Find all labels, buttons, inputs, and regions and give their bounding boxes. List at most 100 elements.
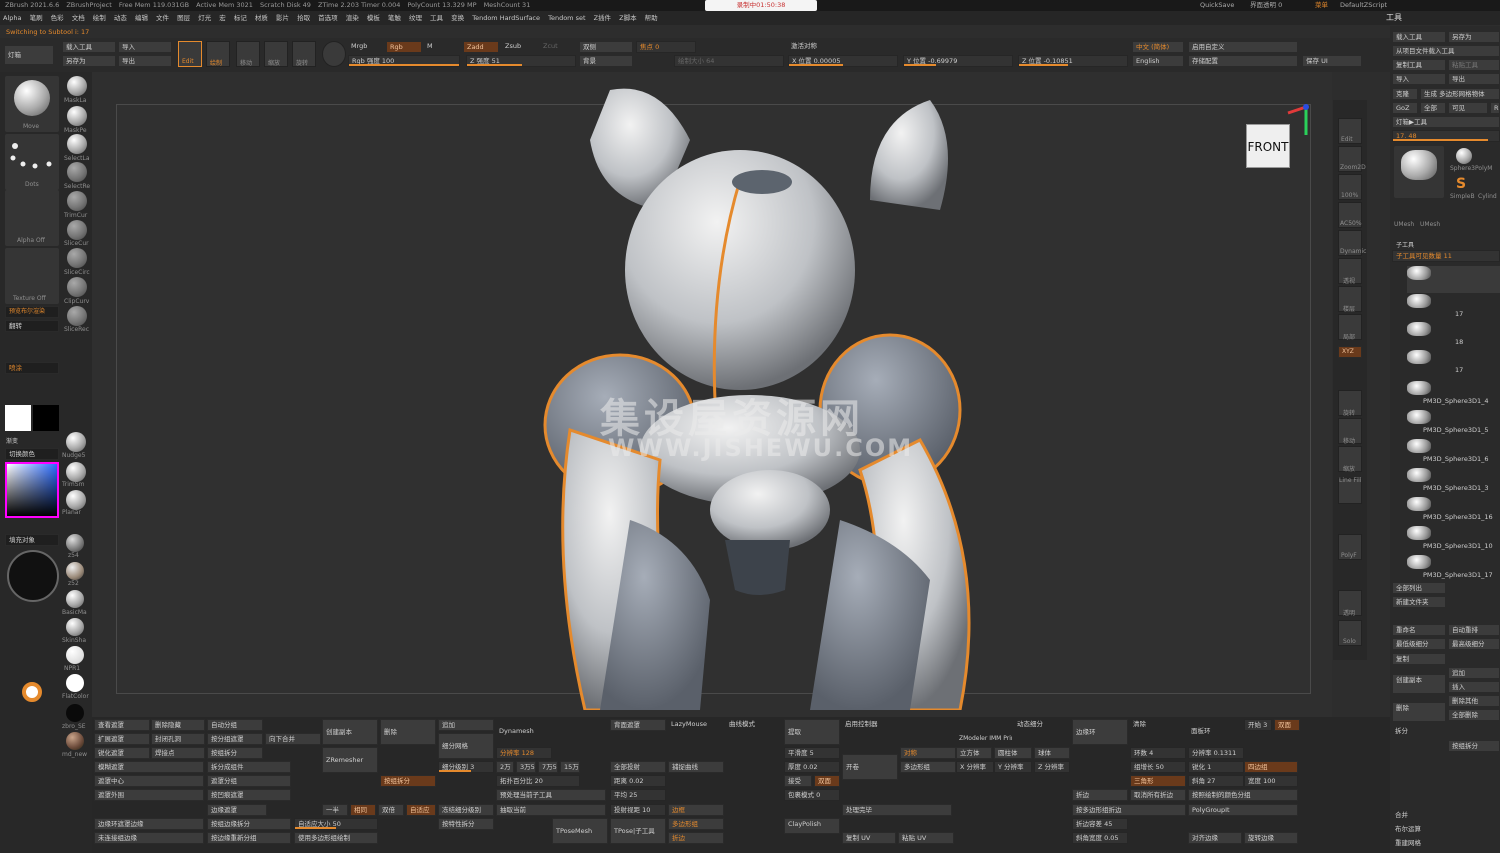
menu-draw[interactable]: 绘制	[93, 14, 106, 22]
crease-tolerance-slider[interactable]: 折边容差 45	[1072, 818, 1128, 830]
rt-scale-button[interactable]: 缩放	[1338, 446, 1362, 473]
menu-toggle[interactable]: 菜单	[1315, 0, 1328, 11]
y-res-slider[interactable]: Y 分辨率	[994, 761, 1032, 773]
use-polygroup-button[interactable]: 使用多边形组绘制	[294, 832, 378, 844]
append-button[interactable]: 追加	[438, 719, 494, 731]
line-fill-button[interactable]: Line Fill	[1338, 477, 1362, 504]
res-150k-button[interactable]: 15万	[560, 761, 580, 773]
actual-size-button[interactable]: 100%	[1338, 174, 1362, 200]
material-mdnew-icon[interactable]	[66, 732, 84, 750]
rp-append-button[interactable]: 追加	[1448, 667, 1500, 679]
sharpen-mask-button[interactable]: 锐化遮罩	[94, 747, 150, 759]
start-slider[interactable]: 开始 3	[1244, 719, 1272, 731]
rt-edit-button[interactable]: Edit	[1338, 118, 1362, 144]
nudge-brush-icon[interactable]	[66, 432, 86, 452]
split-features-button[interactable]: 按特性拆分	[438, 818, 494, 830]
move-button[interactable]: 移动	[236, 41, 260, 67]
crease-curve-button[interactable]: 折边	[668, 832, 724, 844]
lazymouse-button[interactable]: LazyMouse	[668, 719, 724, 731]
clear-button[interactable]: 清除	[1130, 719, 1186, 731]
goz-button[interactable]: GoZ	[1392, 102, 1418, 114]
current-tool-thumbnail[interactable]	[1394, 146, 1444, 198]
subtool-item[interactable]: PM3D_Sphere3D1_10	[1407, 526, 1500, 553]
menu-render[interactable]: 渲染	[346, 14, 359, 22]
rp-save-as-button[interactable]: 另存为	[1448, 31, 1500, 43]
menu-marker[interactable]: 标记	[234, 14, 247, 22]
fill-object-button[interactable]: 填充对象	[5, 534, 59, 546]
menu-material[interactable]: 材质	[255, 14, 268, 22]
material-npr-icon[interactable]	[66, 646, 84, 664]
double-sided-button[interactable]: 双侧	[579, 41, 633, 53]
material-z52-icon[interactable]	[66, 562, 84, 580]
secondary-color-swatch[interactable]	[33, 405, 59, 431]
freeze-subdiv-button[interactable]: 冻结细分级别	[438, 804, 494, 816]
save-ui-button[interactable]: 保存 UI	[1302, 55, 1362, 67]
menu-zplugin[interactable]: Z插件	[594, 14, 611, 22]
switch-color-button[interactable]: 切换颜色	[5, 448, 59, 460]
same-button[interactable]: 相同	[350, 804, 376, 816]
extract-current-button[interactable]: 抽取当前	[496, 804, 606, 816]
flip-button[interactable]: 翻转	[5, 320, 59, 332]
menu-edit[interactable]: 编辑	[135, 14, 148, 22]
trimcurve-brush-icon[interactable]	[67, 191, 87, 211]
rp-insert-button[interactable]: 插入	[1448, 681, 1500, 693]
polygroup-curve-button[interactable]: 多边形组	[668, 818, 724, 830]
x-res-slider[interactable]: X 分辨率	[956, 761, 994, 773]
double-sided-extract-button[interactable]: 双面	[814, 775, 840, 787]
uncrease-all-button[interactable]: 取消所有折边	[1130, 789, 1186, 801]
menu-preferences[interactable]: 首选项	[318, 14, 338, 22]
lazy-mouse-icon[interactable]	[22, 682, 42, 702]
rotate-edge-button[interactable]: 旋转边缘	[1244, 832, 1298, 844]
auto-groups-button[interactable]: 自动分组	[207, 719, 263, 731]
edge-mask-button[interactable]: 边缘遮罩	[207, 804, 267, 816]
polygroup-uv-button[interactable]: 多边形组	[900, 761, 956, 773]
z-position-slider[interactable]: Z 位置 -0.10851	[1018, 55, 1128, 67]
mask-groups-button[interactable]: 遮罩分组	[207, 775, 291, 787]
bevel-width-slider[interactable]: 斜角宽度 0.05	[1072, 832, 1128, 844]
new-folder-button[interactable]: 新建文件夹	[1392, 596, 1446, 608]
rename-button[interactable]: 重命名	[1392, 624, 1446, 636]
make-polymesh-button[interactable]: 生成 多边形网格物体	[1420, 88, 1500, 100]
draw-size-slider[interactable]: 绘制大小 64	[674, 55, 784, 67]
edit-button[interactable]: Edit	[178, 41, 202, 67]
auto-reorder-button[interactable]: 自动重排	[1448, 624, 1500, 636]
selectrect-brush-icon[interactable]	[67, 162, 87, 182]
m-button[interactable]: M	[424, 41, 438, 53]
edge-loop-button[interactable]: 边缘环	[1072, 719, 1128, 745]
claypolish-button[interactable]: ClayPolish	[784, 818, 840, 834]
menu-document[interactable]: 文档	[72, 14, 85, 22]
menu-dynamics[interactable]: 动态	[114, 14, 127, 22]
snap-curve-button[interactable]: 捕捉曲线	[668, 761, 724, 773]
menu-help[interactable]: 帮助	[645, 14, 658, 22]
dynamesh-button[interactable]: Dynamesh	[496, 726, 552, 738]
import-button[interactable]: 导入	[118, 41, 172, 53]
zremesher-button[interactable]: ZRemesher	[322, 747, 378, 773]
scale-button[interactable]: 缩放	[264, 41, 288, 67]
color-picker[interactable]	[5, 462, 59, 518]
edge-loop-mask-button[interactable]: 边缘环遮罩边缘	[94, 818, 204, 830]
weld-points-button[interactable]: 焊接点	[151, 747, 205, 759]
slicerect-brush-icon[interactable]	[67, 306, 87, 326]
sphere-button[interactable]: 球体	[1034, 747, 1070, 759]
menu-alpha[interactable]: Alpha	[3, 14, 21, 22]
split-groups-button[interactable]: 按组拆分	[380, 775, 436, 787]
process-done-button[interactable]: 处理完毕	[842, 804, 952, 816]
zadd-button[interactable]: Zadd	[463, 41, 499, 53]
border-button[interactable]: 边框	[668, 804, 724, 816]
highest-subdiv-button[interactable]: 最高级细分	[1448, 638, 1500, 650]
rp-delete-button[interactable]: 删除	[1392, 702, 1446, 722]
mrgb-button[interactable]: Mrgb	[348, 41, 388, 53]
delete-all-button[interactable]: 全部删除	[1448, 709, 1500, 721]
align-edge-button[interactable]: 对齐边缘	[1188, 832, 1242, 844]
backface-mask-button[interactable]: 背面遮罩	[610, 719, 666, 731]
xyz-button[interactable]: XYZ	[1338, 346, 1362, 358]
cube-button[interactable]: 立方体	[956, 747, 992, 759]
curve-mode-button[interactable]: 曲线模式	[726, 719, 782, 731]
enable-controller-button[interactable]: 启用控制器	[842, 719, 954, 731]
material-basic-icon[interactable]	[66, 590, 84, 608]
view-mask-button[interactable]: 查看遮罩	[94, 719, 150, 731]
res-20k-button[interactable]: 2万	[496, 761, 514, 773]
navigation-sphere[interactable]	[7, 550, 59, 602]
save-as-button[interactable]: 另存为	[62, 55, 116, 67]
trimsmooth-brush-icon[interactable]	[66, 462, 86, 482]
